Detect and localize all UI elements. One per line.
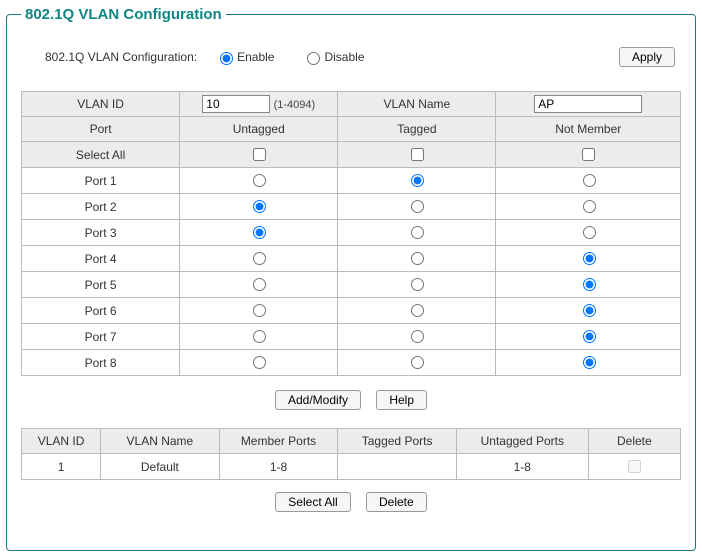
- port-tagged-radio[interactable]: [411, 356, 424, 369]
- vlan-name-input[interactable]: [534, 95, 642, 113]
- port-untagged-radio[interactable]: [253, 200, 266, 213]
- vlan-row: 1Default1-81-8: [22, 454, 681, 480]
- vlan-cell-untagged: 1-8: [456, 454, 588, 480]
- vlan-config-panel: 802.1Q VLAN Configuration 802.1Q VLAN Co…: [6, 6, 696, 551]
- vlan-delete-checkbox: [628, 460, 641, 473]
- port-label: Port 6: [22, 298, 180, 324]
- port-untagged-radio[interactable]: [253, 226, 266, 239]
- list-hdr-member: Member Ports: [219, 429, 338, 454]
- enable-radio[interactable]: [220, 52, 233, 65]
- select-all-untagged[interactable]: [253, 148, 266, 161]
- panel-title: 802.1Q VLAN Configuration: [21, 6, 226, 23]
- vlan-cell-tagged: [338, 454, 457, 480]
- port-not_member-radio[interactable]: [583, 200, 596, 213]
- enable-label: Enable: [237, 50, 274, 64]
- port-not_member-radio[interactable]: [583, 356, 596, 369]
- vlan-cell-name: Default: [101, 454, 220, 480]
- port-row: Port 4: [22, 246, 681, 272]
- list-hdr-untagged: Untagged Ports: [456, 429, 588, 454]
- add-modify-button[interactable]: Add/Modify: [275, 390, 361, 410]
- list-hdr-id: VLAN ID: [22, 429, 101, 454]
- port-not_member-radio[interactable]: [583, 278, 596, 291]
- apply-button[interactable]: Apply: [619, 47, 675, 67]
- port-row: Port 5: [22, 272, 681, 298]
- vlan-cell-id: 1: [22, 454, 101, 480]
- port-label: Port 4: [22, 246, 180, 272]
- port-untagged-radio[interactable]: [253, 278, 266, 291]
- vlan-list-table: VLAN ID VLAN Name Member Ports Tagged Po…: [21, 428, 681, 480]
- port-label: Port 7: [22, 324, 180, 350]
- disable-radio[interactable]: [307, 52, 320, 65]
- port-tagged-radio[interactable]: [411, 304, 424, 317]
- port-untagged-radio[interactable]: [253, 252, 266, 265]
- row-select-all-label: Select All: [22, 142, 180, 168]
- disable-label: Disable: [324, 50, 364, 64]
- hdr-vlan-id: VLAN ID: [22, 92, 180, 117]
- vlan-id-input[interactable]: [202, 95, 270, 113]
- port-tagged-radio[interactable]: [411, 278, 424, 291]
- select-all-tagged[interactable]: [411, 148, 424, 161]
- help-button[interactable]: Help: [376, 390, 427, 410]
- port-not_member-radio[interactable]: [583, 174, 596, 187]
- disable-option[interactable]: Disable: [302, 49, 364, 65]
- select-all-button[interactable]: Select All: [275, 492, 350, 512]
- port-not_member-radio[interactable]: [583, 304, 596, 317]
- port-label: Port 2: [22, 194, 180, 220]
- port-config-table: VLAN ID (1-4094) VLAN Name Port Untagged…: [21, 91, 681, 376]
- port-tagged-radio[interactable]: [411, 174, 424, 187]
- list-hdr-tagged: Tagged Ports: [338, 429, 457, 454]
- config-label: 802.1Q VLAN Configuration:: [45, 50, 197, 64]
- port-row: Port 1: [22, 168, 681, 194]
- enable-option[interactable]: Enable: [215, 49, 274, 65]
- port-buttons: Add/Modify Help: [21, 390, 681, 410]
- port-not_member-radio[interactable]: [583, 252, 596, 265]
- list-buttons: Select All Delete: [21, 492, 681, 512]
- port-label: Port 8: [22, 350, 180, 376]
- port-tagged-radio[interactable]: [411, 200, 424, 213]
- port-not_member-radio[interactable]: [583, 330, 596, 343]
- hdr-untagged: Untagged: [180, 117, 338, 142]
- port-label: Port 3: [22, 220, 180, 246]
- vlan-id-range: (1-4094): [274, 99, 316, 111]
- list-hdr-delete: Delete: [588, 429, 680, 454]
- select-all-notmember[interactable]: [582, 148, 595, 161]
- port-untagged-radio[interactable]: [253, 330, 266, 343]
- port-row: Port 6: [22, 298, 681, 324]
- port-row: Port 2: [22, 194, 681, 220]
- vlan-cell-member: 1-8: [219, 454, 338, 480]
- delete-button[interactable]: Delete: [366, 492, 427, 512]
- hdr-tagged: Tagged: [338, 117, 496, 142]
- port-tagged-radio[interactable]: [411, 330, 424, 343]
- list-hdr-name: VLAN Name: [101, 429, 220, 454]
- port-row: Port 3: [22, 220, 681, 246]
- hdr-notmember: Not Member: [496, 117, 681, 142]
- port-row: Port 8: [22, 350, 681, 376]
- port-not_member-radio[interactable]: [583, 226, 596, 239]
- port-row: Port 7: [22, 324, 681, 350]
- port-label: Port 1: [22, 168, 180, 194]
- port-untagged-radio[interactable]: [253, 356, 266, 369]
- hdr-port: Port: [22, 117, 180, 142]
- port-tagged-radio[interactable]: [411, 226, 424, 239]
- port-untagged-radio[interactable]: [253, 174, 266, 187]
- config-row: 802.1Q VLAN Configuration: Enable Disabl…: [45, 47, 681, 67]
- port-label: Port 5: [22, 272, 180, 298]
- port-tagged-radio[interactable]: [411, 252, 424, 265]
- hdr-vlan-name: VLAN Name: [338, 92, 496, 117]
- port-untagged-radio[interactable]: [253, 304, 266, 317]
